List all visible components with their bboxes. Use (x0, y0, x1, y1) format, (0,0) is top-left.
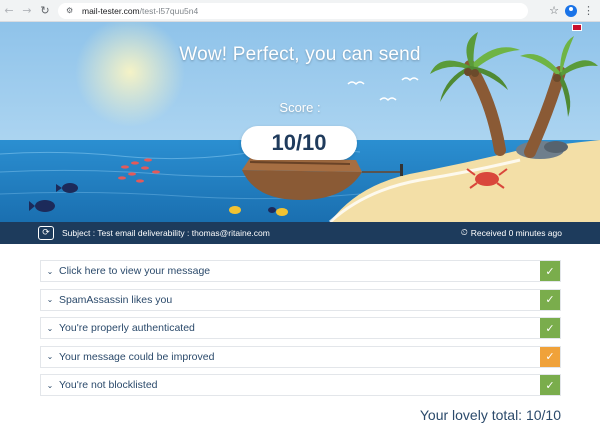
menu-kebab-icon[interactable]: ⋮ (583, 4, 594, 17)
received-text: Received 0 minutes ago (470, 228, 562, 238)
chevron-down-icon: ⌄ (46, 352, 54, 361)
result-label: SpamAssassin likes you (59, 293, 173, 306)
result-row[interactable]: ⌄ SpamAssassin likes you ✓ (40, 288, 561, 311)
forward-icon[interactable]: → (18, 2, 36, 20)
browser-toolbar: ← → ↻ ⚙ mail-tester.com/test-l57quu5n4 ☆… (0, 0, 600, 22)
check-icon: ✓ (540, 261, 560, 281)
hero-title: Wow! Perfect, you can send (179, 44, 421, 65)
score-label: Score : (279, 100, 321, 115)
result-label: Click here to view your message (59, 265, 211, 277)
url-path: /test-l57quu5n4 (139, 5, 199, 16)
results-list: ⌄ Click here to view your message ✓ ⌄ Sp… (40, 260, 561, 403)
result-label: You're not blocklisted (59, 379, 158, 391)
back-icon[interactable]: ← (0, 2, 18, 20)
result-label: Your message could be improved (59, 350, 215, 363)
result-row[interactable]: ⌄ You're properly authenticated ✓ (40, 317, 561, 339)
chevron-down-icon: ⌄ (46, 266, 54, 276)
reload-icon[interactable]: ↻ (36, 2, 54, 20)
result-row[interactable]: ⌄ You're not blocklisted ✓ (40, 374, 561, 396)
clock-icon: ⏲ (460, 228, 468, 238)
score-value: 10/10 (241, 126, 357, 160)
hero-banner: Wow! Perfect, you can send Score : 10/10 (0, 22, 600, 222)
refresh-button[interactable]: ⟳ (38, 226, 54, 240)
flag-icon[interactable] (572, 24, 582, 31)
chevron-down-icon: ⌄ (46, 323, 54, 333)
refresh-icon: ⟳ (42, 228, 50, 238)
check-icon: ✓ (540, 289, 560, 310)
site-info-icon[interactable]: ⚙ (66, 6, 76, 16)
check-icon: ✓ (540, 318, 560, 338)
result-row[interactable]: ⌄ Your message could be improved ✓ (40, 345, 561, 368)
message-info-bar: ⟳ Subject : Test email deliverability : … (0, 222, 600, 244)
received-status: ⏲ Received 0 minutes ago (461, 228, 562, 238)
crab (475, 172, 499, 186)
url-host: mail-tester.com (82, 5, 140, 16)
chevron-down-icon: ⌄ (46, 380, 54, 390)
check-icon: ✓ (540, 375, 560, 395)
check-icon: ✓ (540, 346, 560, 367)
profile-avatar-icon[interactable] (565, 4, 577, 17)
result-label: You're properly authenticated (59, 322, 195, 334)
subject-text: Subject : Test email deliverability : th… (62, 228, 270, 238)
address-bar[interactable]: ⚙ mail-tester.com/test-l57quu5n4 (58, 2, 528, 19)
bookmark-star-icon[interactable]: ☆ (549, 4, 559, 17)
total-score: Your lovely total: 10/10 (419, 407, 561, 423)
chevron-down-icon: ⌄ (46, 295, 54, 304)
result-row[interactable]: ⌄ Click here to view your message ✓ (40, 260, 561, 282)
